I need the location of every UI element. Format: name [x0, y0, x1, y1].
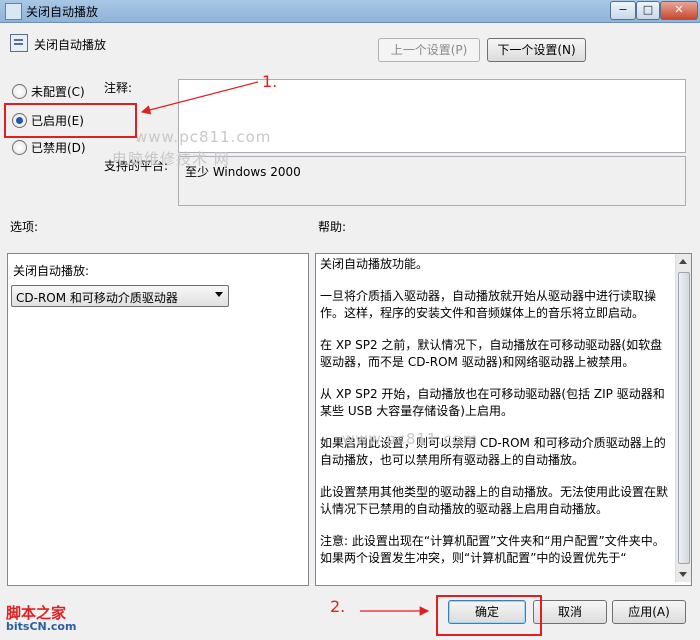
annotation-arrow-1 [140, 81, 259, 115]
annotation-arrows [140, 81, 430, 616]
